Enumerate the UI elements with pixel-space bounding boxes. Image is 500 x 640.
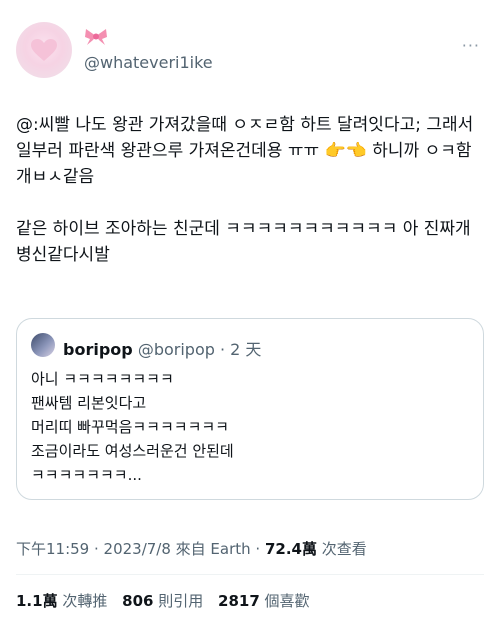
quotes-stat[interactable]: 806 則引用 [122, 592, 203, 610]
retweets-stat[interactable]: 1.1萬 次轉推 [16, 592, 107, 610]
tweet-time[interactable]: 下午11:59 · 2023/7/8 來自 Earth · [16, 540, 265, 558]
quoted-line: 아니 ㅋㅋㅋㅋㅋㅋㅋㅋ [31, 370, 174, 388]
divider [16, 574, 484, 575]
author-avatar[interactable] [16, 22, 72, 78]
author-handle[interactable]: @whateveri1ike [84, 53, 213, 72]
tweet-timestamp: 下午11:59 · 2023/7/8 來自 Earth · 72.4萬 次查看 [16, 538, 367, 559]
ribbon-bow-icon [85, 29, 107, 45]
tweet-paragraph: 같은 하이브 조아하는 친군데 ㅋㅋㅋㅋㅋㅋㅋㅋㅋㅋㅋ 아 진짜개병신같다시발 [16, 219, 471, 265]
pink-heart-icon [31, 39, 57, 61]
quoted-author-name[interactable]: boripop [63, 340, 133, 359]
quoted-line: 머리띠 빠꾸먹음ㅋㅋㅋㅋㅋㅋㅋ [31, 418, 229, 436]
retweets-count: 1.1萬 [16, 592, 58, 610]
quoted-author-handle[interactable]: @boripop [138, 340, 215, 359]
likes-label: 個喜歡 [259, 592, 310, 610]
quoted-tweet-body: 아니 ㅋㅋㅋㅋㅋㅋㅋㅋ 팬싸템 리본잇다고 머리띠 빠꾸먹음ㅋㅋㅋㅋㅋㅋㅋ 조금… [31, 367, 471, 487]
quoted-line: 조금이라도 여성스러운건 안된데 [31, 442, 234, 460]
quotes-count: 806 [122, 592, 154, 610]
quoted-tweet-time: · 2 天 [219, 340, 262, 359]
likes-count: 2817 [218, 592, 260, 610]
views-count: 72.4萬 [264, 540, 317, 558]
quoted-line: 팬싸템 리본잇다고 [31, 394, 147, 412]
quotes-label: 則引用 [153, 592, 204, 610]
quoted-author-avatar[interactable] [31, 333, 55, 357]
tweet-body: @:씨빨 나도 왕관 가져갔을때 ㅇㅈㄹ함 하트 달려잇다고; 그래서 일부러 … [16, 112, 484, 268]
tweet-header: @whateveri1ike ··· [16, 22, 484, 80]
more-options-icon[interactable]: ··· [462, 36, 480, 55]
retweets-label: 次轉推 [57, 592, 108, 610]
quoted-tweet[interactable]: boripop @boripop · 2 天 아니 ㅋㅋㅋㅋㅋㅋㅋㅋ 팬싸템 리… [16, 318, 484, 500]
tweet-paragraph: @:씨빨 나도 왕관 가져갔을때 ㅇㅈㄹ함 하트 달려잇다고; 그래서 일부러 … [16, 115, 474, 187]
likes-stat[interactable]: 2817 個喜歡 [218, 592, 310, 610]
quoted-line: ㅋㅋㅋㅋㅋㅋㅋ... [31, 466, 142, 484]
engagement-stats: 1.1萬 次轉推 806 則引用 2817 個喜歡 [16, 590, 320, 611]
quoted-tweet-header: boripop @boripop · 2 天 [63, 336, 261, 360]
views-label: 次查看 [316, 540, 367, 558]
